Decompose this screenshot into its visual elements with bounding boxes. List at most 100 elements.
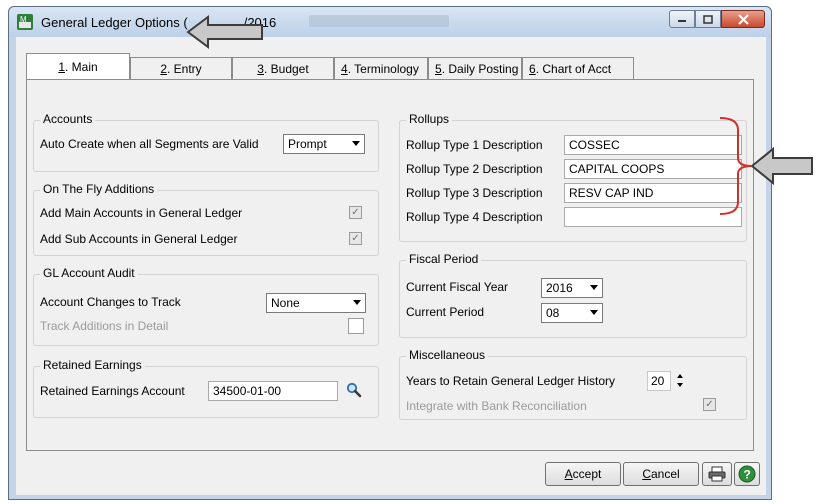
field-value: COSSEC: [569, 138, 620, 152]
tab-strip: 1. Main 2. Entry 3. Budget 4. Terminolog…: [26, 53, 634, 79]
group-title: Rollups: [406, 112, 453, 126]
tab-accel: 5: [435, 61, 442, 76]
miscellaneous-group: Miscellaneous Years to Retain General Le…: [399, 348, 747, 420]
tab-label: . Budget: [263, 61, 309, 76]
tab-entry[interactable]: 2. Entry: [130, 57, 232, 79]
help-button[interactable]: ?: [734, 462, 760, 486]
tab-label: . Chart of Acct: [535, 61, 612, 76]
rollup-2-label: Rollup Type 2 Description: [406, 162, 543, 176]
options-window: M General Ledger Options (/2016 1. Main …: [8, 6, 772, 500]
button-label: ancel: [650, 467, 680, 481]
select-value: None: [271, 296, 300, 310]
spin-up-icon[interactable]: [677, 374, 683, 378]
accept-button[interactable]: Accept: [545, 462, 621, 486]
bank-reconciliation-label: Integrate with Bank Reconciliation: [406, 399, 587, 413]
svg-text:?: ?: [744, 468, 751, 482]
printer-icon: [708, 466, 726, 482]
account-changes-select[interactable]: None: [266, 293, 366, 313]
rollups-group: Rollups Rollup Type 1 Description COSSEC…: [399, 112, 747, 242]
rollup-3-field[interactable]: RESV CAP IND: [564, 183, 742, 203]
fiscal-year-select[interactable]: 2016: [541, 278, 603, 298]
fiscal-period-group: Fiscal Period Current Fiscal Year 2016 C…: [399, 252, 747, 338]
group-title: On The Fly Additions: [40, 182, 158, 196]
track-additions-label: Track Additions in Detail: [40, 319, 169, 333]
add-main-label: Add Main Accounts in General Ledger: [40, 206, 243, 220]
add-sub-label: Add Sub Accounts in General Ledger: [40, 232, 238, 246]
field-value: CAPITAL COOPS: [569, 162, 665, 176]
maximize-icon: [703, 14, 713, 24]
current-period-select[interactable]: 08: [541, 303, 603, 323]
group-title: Retained Earnings: [40, 358, 145, 372]
years-retain-spinner[interactable]: [676, 371, 686, 391]
cancel-button[interactable]: Cancel: [623, 462, 699, 486]
main-tab-panel: Accounts Auto Create when all Segments a…: [26, 79, 754, 451]
tab-chart-of-acct[interactable]: 6. Chart of Acct: [522, 57, 634, 79]
minimize-button[interactable]: [669, 10, 695, 28]
tab-budget[interactable]: 3. Budget: [232, 57, 334, 79]
title-bar[interactable]: M General Ledger Options (/2016: [9, 7, 771, 37]
years-retain-field[interactable]: 20: [647, 371, 671, 391]
chevron-down-icon: [353, 300, 361, 305]
tab-accel: 4: [341, 61, 348, 76]
select-value: Prompt: [288, 137, 327, 151]
close-button[interactable]: [721, 10, 765, 28]
gl-account-audit-group: GL Account Audit Account Changes to Trac…: [33, 266, 379, 346]
chevron-down-icon: [352, 141, 360, 146]
rollup-4-field[interactable]: [564, 207, 742, 227]
rollup-3-label: Rollup Type 3 Description: [406, 186, 543, 200]
rollup-1-field[interactable]: COSSEC: [564, 135, 742, 155]
annotation-bracket: [719, 117, 753, 215]
field-value: 20: [651, 374, 665, 388]
on-the-fly-group: On The Fly Additions Add Main Accounts i…: [33, 182, 379, 256]
retained-account-field[interactable]: 34500-01-00: [208, 381, 338, 401]
window-client: 1. Main 2. Entry 3. Budget 4. Terminolog…: [16, 37, 766, 495]
tab-accel: 2: [160, 61, 167, 76]
years-retain-label: Years to Retain General Ledger History: [406, 374, 616, 388]
tab-label: . Daily Posting: [441, 61, 519, 76]
tab-daily-posting[interactable]: 5. Daily Posting: [428, 57, 522, 79]
bank-reconciliation-checkbox[interactable]: ✓: [703, 398, 716, 411]
rollup-2-field[interactable]: CAPITAL COOPS: [564, 159, 742, 179]
tab-label: . Entry: [167, 61, 202, 76]
auto-create-label: Auto Create when all Segments are Valid: [40, 137, 259, 151]
group-title: Miscellaneous: [406, 348, 489, 362]
tab-terminology[interactable]: 4. Terminology: [334, 57, 428, 79]
tab-main[interactable]: 1. Main: [26, 53, 130, 79]
svg-text:M: M: [20, 15, 27, 24]
account-changes-label: Account Changes to Track: [40, 295, 181, 309]
chevron-down-icon: [590, 310, 598, 315]
help-icon: ?: [738, 465, 756, 483]
minimize-icon: [678, 20, 686, 22]
field-value: RESV CAP IND: [569, 186, 654, 200]
maximize-button[interactable]: [695, 10, 721, 28]
button-accel: C: [642, 467, 651, 481]
retained-earnings-group: Retained Earnings Retained Earnings Acco…: [33, 358, 379, 418]
fiscal-year-label: Current Fiscal Year: [406, 280, 509, 294]
obscured-background-text: [309, 15, 449, 27]
tab-label: . Main: [65, 59, 98, 74]
app-icon: M: [17, 14, 33, 30]
rollup-4-label: Rollup Type 4 Description: [406, 210, 543, 224]
lookup-magnifier-icon[interactable]: [346, 382, 362, 398]
tab-label: . Terminology: [347, 61, 419, 76]
track-additions-checkbox[interactable]: [348, 318, 364, 334]
field-value: 34500-01-00: [213, 384, 282, 398]
group-title: Accounts: [40, 112, 96, 126]
rollup-1-label: Rollup Type 1 Description: [406, 138, 543, 152]
button-accel: A: [564, 467, 573, 481]
print-button[interactable]: [702, 462, 732, 486]
group-title: GL Account Audit: [40, 266, 138, 280]
retained-account-label: Retained Earnings Account: [40, 384, 185, 398]
annotation-arrow-icon: [750, 146, 813, 186]
tab-accel: 1: [58, 59, 65, 74]
button-label: ccept: [572, 467, 602, 481]
group-title: Fiscal Period: [406, 252, 482, 266]
close-icon: [737, 13, 749, 25]
add-main-checkbox[interactable]: ✓: [349, 206, 362, 219]
auto-create-select[interactable]: Prompt: [283, 134, 365, 154]
current-period-label: Current Period: [406, 305, 485, 319]
select-value: 2016: [546, 281, 573, 295]
spin-down-icon[interactable]: [677, 383, 683, 387]
annotation-arrow-icon: [186, 15, 263, 49]
add-sub-checkbox[interactable]: ✓: [349, 232, 362, 245]
